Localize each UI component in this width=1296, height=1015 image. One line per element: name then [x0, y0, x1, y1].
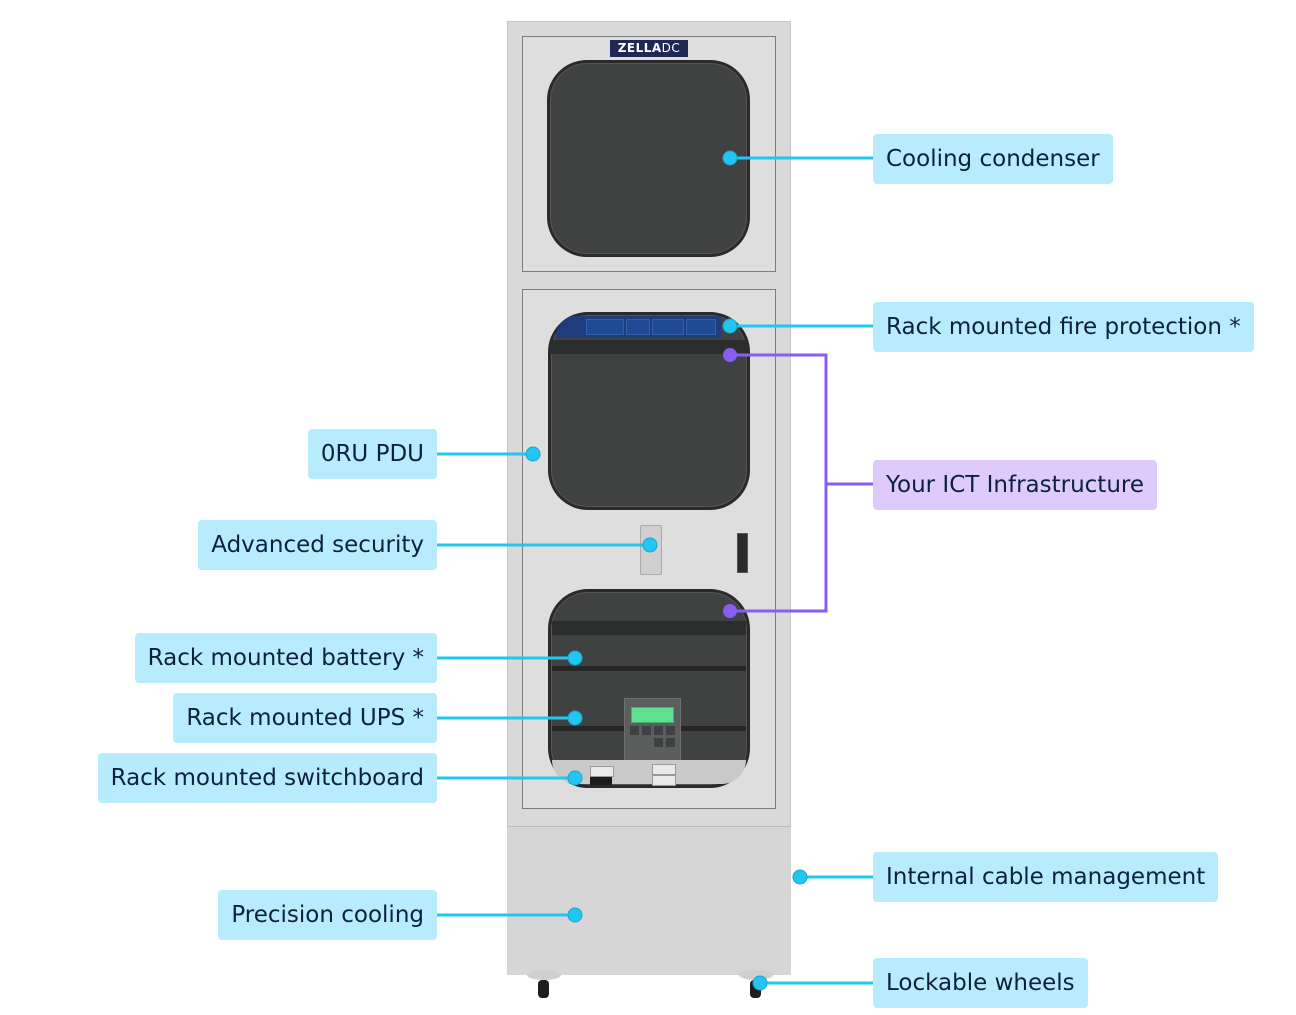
label-ict-infrastructure: Your ICT Infrastructure: [873, 460, 1157, 510]
leader-ict-bracket: [730, 353, 828, 613]
label-rack-switchboard: Rack mounted switchboard: [97, 753, 437, 803]
callout-dot-precision-cooling: [567, 907, 583, 923]
callout-dot-rack-battery: [567, 650, 583, 666]
callout-dot-cooling-condenser: [722, 150, 738, 166]
callout-dot-lockable-wheels: [752, 975, 768, 991]
label-oru-pdu: 0RU PDU: [307, 429, 437, 479]
callout-dot-advanced-security: [642, 537, 658, 553]
label-fire-protection: Rack mounted fire protection *: [873, 302, 1254, 352]
label-rack-battery: Rack mounted battery *: [134, 633, 437, 683]
label-cable-management: Internal cable management: [873, 852, 1219, 902]
callout-dot-cable-management: [792, 869, 808, 885]
label-rack-ups: Rack mounted UPS *: [173, 693, 437, 743]
callout-dot-fire-protection: [722, 318, 738, 334]
callout-dot-oru-pdu: [525, 446, 541, 462]
label-lockable-wheels: Lockable wheels: [873, 958, 1088, 1008]
label-cooling-condenser: Cooling condenser: [873, 134, 1113, 184]
callout-dot-ict-upper: [723, 348, 737, 362]
label-advanced-security: Advanced security: [198, 520, 437, 570]
callout-dot-rack-switchboard: [567, 770, 583, 786]
label-precision-cooling: Precision cooling: [218, 890, 437, 940]
callout-dot-rack-ups: [567, 710, 583, 726]
callout-dot-ict-lower: [723, 604, 737, 618]
